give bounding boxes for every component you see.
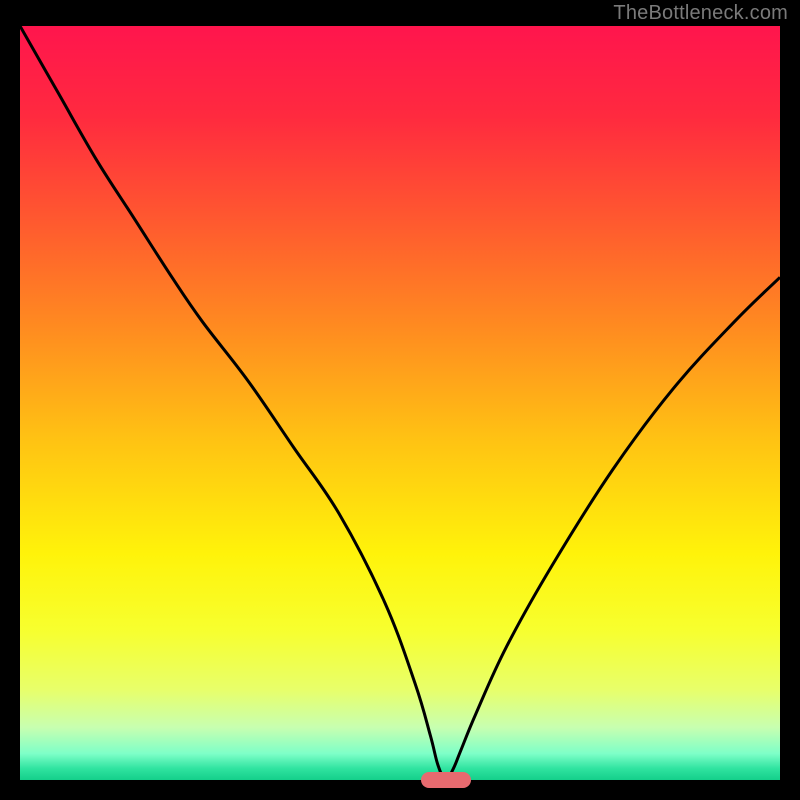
watermark-text: TheBottleneck.com [613, 2, 788, 25]
optimum-marker [421, 772, 471, 788]
gradient-background [20, 26, 780, 780]
plot-area [20, 26, 780, 780]
chart-container: TheBottleneck.com [0, 0, 800, 800]
plot-svg [20, 26, 780, 780]
